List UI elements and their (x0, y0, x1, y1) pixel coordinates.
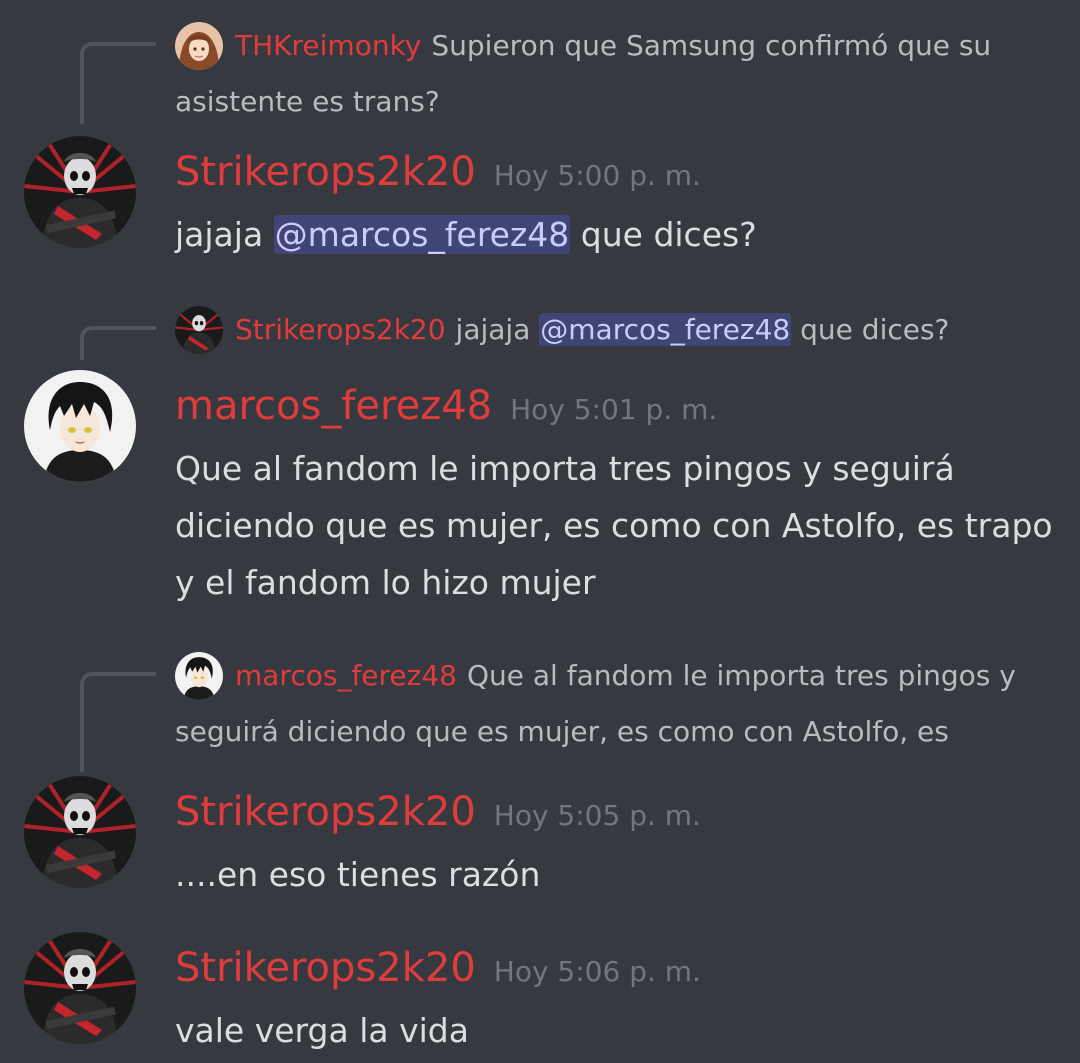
reply-connector-line (80, 672, 156, 772)
reply-preview[interactable]: marcos_ferez48 Que al fandom le importa t… (175, 648, 1065, 760)
avatar-strikerops2k20[interactable] (24, 136, 136, 248)
reply-mention[interactable]: @marcos_ferez48 (539, 313, 792, 346)
timestamp: Hoy 5:06 p. m. (493, 955, 701, 988)
avatar-marcos-ferez48[interactable] (24, 370, 136, 482)
username[interactable]: Strikerops2k20 (175, 945, 476, 991)
reply-text: jajaja (455, 313, 540, 346)
timestamp: Hoy 5:00 p. m. (493, 159, 701, 192)
message-header: marcos_ferez48 Hoy 5:01 p. m. (175, 382, 717, 434)
timestamp: Hoy 5:05 p. m. (493, 799, 701, 832)
reply-preview[interactable]: THKreimonky Supieron que Samsung confirmó… (175, 18, 1065, 130)
avatar-strikerops2k20[interactable] (24, 776, 136, 888)
message-header: Strikerops2k20 Hoy 5:06 p. m. (175, 944, 701, 996)
timestamp: Hoy 5:01 p. m. (510, 393, 718, 426)
username[interactable]: Strikerops2k20 (175, 789, 476, 835)
message-header: Strikerops2k20 Hoy 5:00 p. m. (175, 148, 701, 200)
reply-username[interactable]: marcos_ferez48 (235, 659, 457, 692)
username[interactable]: Strikerops2k20 (175, 149, 476, 195)
chat-messages: THKreimonky Supieron que Samsung confirmó… (0, 0, 1080, 1063)
message-content: Que al fandom le importa tres pingos y s… (175, 449, 1053, 602)
message-content: jajaja @marcos_ferez48 que dices? (175, 206, 1055, 263)
reply-text: que dices? (791, 313, 950, 346)
reply-connector-line (80, 42, 156, 124)
reply-preview[interactable]: Strikerops2k20 jajaja @marcos_ferez48 que… (175, 302, 1065, 358)
user-mention[interactable]: @marcos_ferez48 (273, 215, 571, 254)
reply-username[interactable]: Strikerops2k20 (235, 313, 446, 346)
username[interactable]: marcos_ferez48 (175, 383, 492, 429)
reply-connector-line (80, 326, 156, 360)
message-content: vale verga la vida (175, 1011, 469, 1050)
message-text: que dices? (570, 215, 757, 254)
message-header: Strikerops2k20 Hoy 5:05 p. m. (175, 788, 701, 840)
message-content: ....en eso tienes razón (175, 855, 541, 894)
avatar-strikerops2k20[interactable] (24, 932, 136, 1044)
reply-username[interactable]: THKreimonky (235, 29, 421, 62)
message-text: jajaja (175, 215, 274, 254)
